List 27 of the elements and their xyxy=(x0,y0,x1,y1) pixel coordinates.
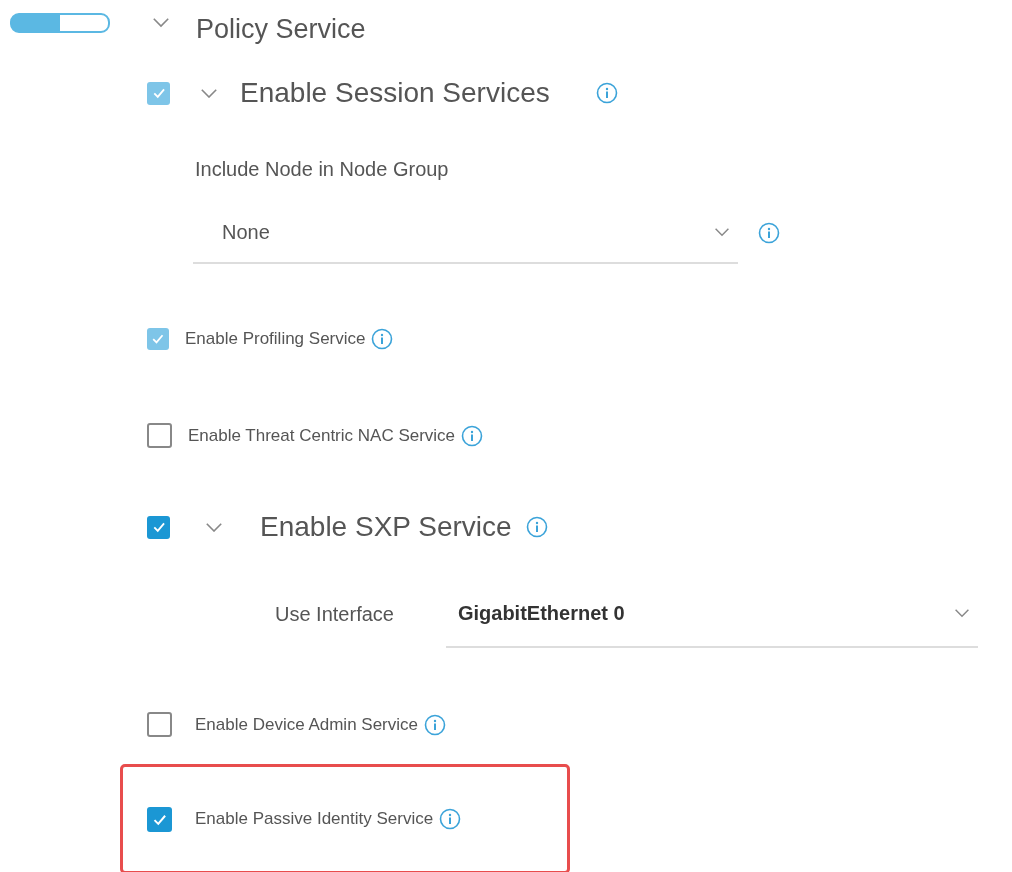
section-title: Policy Service xyxy=(196,14,366,45)
checkbox[interactable] xyxy=(147,515,170,539)
field-label: Include Node in Node Group xyxy=(195,158,449,181)
chevron-down-icon[interactable] xyxy=(714,227,730,237)
checkbox[interactable] xyxy=(147,806,172,832)
info-icon[interactable] xyxy=(424,713,446,736)
chevron-down-icon[interactable] xyxy=(152,17,170,28)
option-label: Enable Device Admin Service xyxy=(195,714,418,735)
option-label: Enable Passive Identity Service xyxy=(195,809,434,829)
check-icon xyxy=(151,520,166,534)
checkbox[interactable] xyxy=(147,423,172,448)
checkbox[interactable] xyxy=(147,712,172,737)
chevron-down-icon[interactable] xyxy=(953,608,970,618)
info-icon[interactable] xyxy=(461,424,484,447)
dropdown[interactable]: GigabitEthernet 0 xyxy=(445,580,978,648)
option-label: Enable Threat Centric NAC Service xyxy=(188,425,456,446)
chevron-down-icon[interactable] xyxy=(205,521,223,533)
section-label: Enable Session Services xyxy=(240,77,550,109)
info-icon[interactable] xyxy=(758,222,780,244)
info-icon[interactable] xyxy=(525,516,548,538)
info-icon[interactable] xyxy=(439,808,462,830)
section-label: Enable SXP Service xyxy=(260,511,512,543)
option-label: Enable Profiling Service xyxy=(185,329,366,349)
check-icon xyxy=(151,332,165,346)
check-icon xyxy=(151,86,166,100)
field-label: Use Interface xyxy=(275,602,394,626)
toggle-switch[interactable] xyxy=(10,12,110,33)
